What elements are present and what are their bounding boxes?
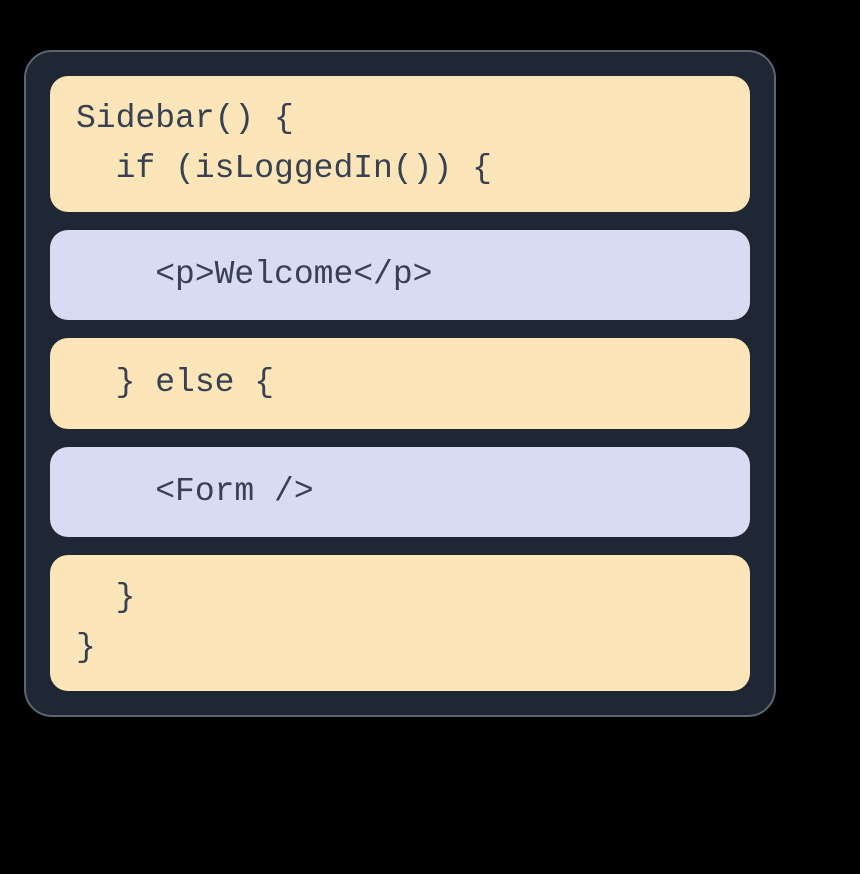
code-block-welcome: <p>Welcome</p> <box>50 230 750 320</box>
code-block-sidebar-close: } } <box>50 555 750 691</box>
code-block-else: } else { <box>50 338 750 428</box>
code-diagram-container: Sidebar() { if (isLoggedIn()) { <p>Welco… <box>24 50 776 717</box>
code-block-sidebar-open: Sidebar() { if (isLoggedIn()) { <box>50 76 750 212</box>
code-block-form: <Form /> <box>50 447 750 537</box>
